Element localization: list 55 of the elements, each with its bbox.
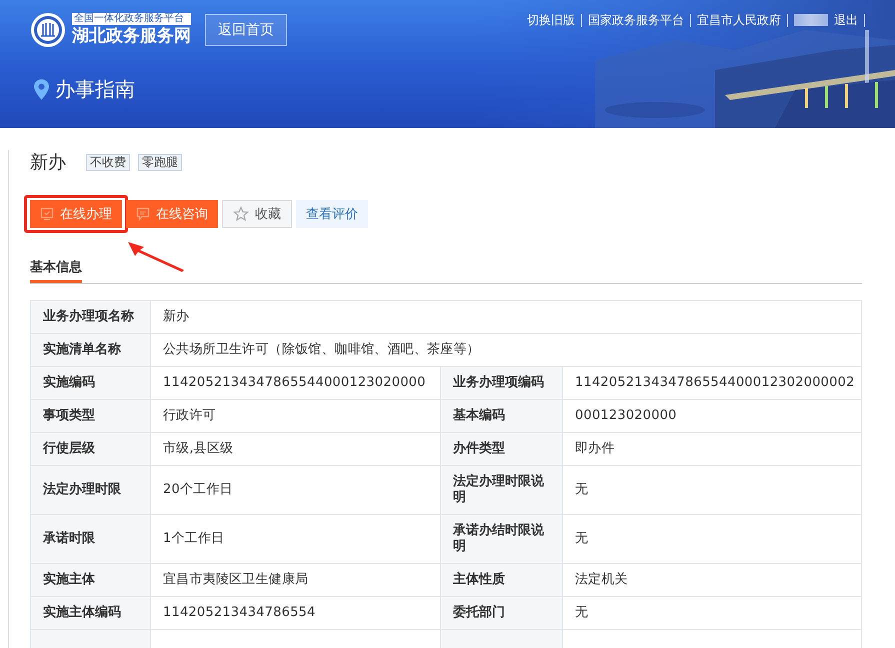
top-link[interactable]: 宜昌市人民政府 — [697, 12, 781, 28]
field-value: 20个工作日 — [150, 466, 440, 514]
field-label: 实施编码 — [30, 366, 150, 400]
field-value: 法定机关 — [562, 564, 862, 596]
field-value: 公共场所卫生许可（除饭馆、咖啡馆、酒吧、茶座等） — [150, 334, 862, 366]
field-value: 无 — [562, 596, 862, 630]
tab[interactable]: 基本信息 — [30, 258, 82, 283]
field-value: 无 — [562, 466, 862, 514]
tag: 不收费 — [86, 154, 130, 170]
field-label: 业务办理项编码 — [440, 366, 562, 400]
field-label: 实施清单名称 — [30, 334, 150, 366]
action-button[interactable]: 查看评价 — [296, 200, 368, 228]
field-label: 委托部门 — [440, 596, 562, 630]
tag: 零跑腿 — [138, 154, 182, 170]
field-value: 市级,县区级 — [150, 432, 440, 466]
field-label: 基本编码 — [440, 400, 562, 432]
redacted-name — [794, 14, 828, 26]
action-button[interactable]: 在线办理 — [30, 200, 122, 228]
field-label: 实施主体编码 — [30, 596, 150, 630]
logout-link[interactable]: 退出 — [834, 12, 858, 28]
field-value: 1个工作日 — [150, 514, 440, 564]
field-label: 事项类型 — [30, 400, 150, 432]
field-value: 无 — [562, 514, 862, 564]
field-label: 承诺时限 — [30, 514, 150, 564]
chat-bubble-icon — [136, 207, 150, 221]
field-value: 114205213434786554400012302000002 — [562, 366, 862, 400]
action-button[interactable]: 收藏 — [222, 200, 292, 228]
screen-icon — [40, 207, 54, 221]
field-value: 新办 — [150, 300, 862, 334]
logo-subtitle: 全国一体化政务服务平台 — [72, 13, 191, 25]
page-title: 办事指南 — [55, 76, 135, 103]
action-button[interactable]: 在线咨询 — [126, 200, 218, 228]
field-value: 即办件 — [562, 432, 862, 466]
field-label: 法定办理时限 — [30, 466, 150, 514]
field-label: 业务办理项名称 — [30, 300, 150, 334]
star-icon — [233, 206, 249, 222]
home-button[interactable]: 返回首页 — [205, 14, 287, 46]
emblem-icon — [30, 12, 66, 48]
arrow-drawing — [128, 242, 184, 272]
field-label: 办件类型 — [440, 432, 562, 466]
field-label: 行使层级 — [30, 432, 150, 466]
field-value: 行政许可 — [150, 400, 440, 432]
field-value: 000123020000 — [562, 400, 862, 432]
field-value: 宜昌市夷陵区卫生健康局 — [150, 564, 440, 596]
top-link[interactable]: 切换旧版 — [527, 12, 575, 28]
field-value: 114205213434786554 — [150, 596, 440, 630]
field-value: 1142052134347865544000123020000 — [150, 366, 440, 400]
location-pin-icon — [34, 79, 49, 100]
item-title: 新办 — [30, 151, 66, 174]
field-label: 主体性质 — [440, 564, 562, 596]
logo-title: 湖北政务服务网 — [72, 25, 191, 47]
top-link[interactable]: 国家政务服务平台 — [588, 12, 684, 28]
field-label: 实施主体 — [30, 564, 150, 596]
field-label: 法定办理时限说明 — [440, 466, 562, 514]
field-label: 承诺办结时限说明 — [440, 514, 562, 564]
